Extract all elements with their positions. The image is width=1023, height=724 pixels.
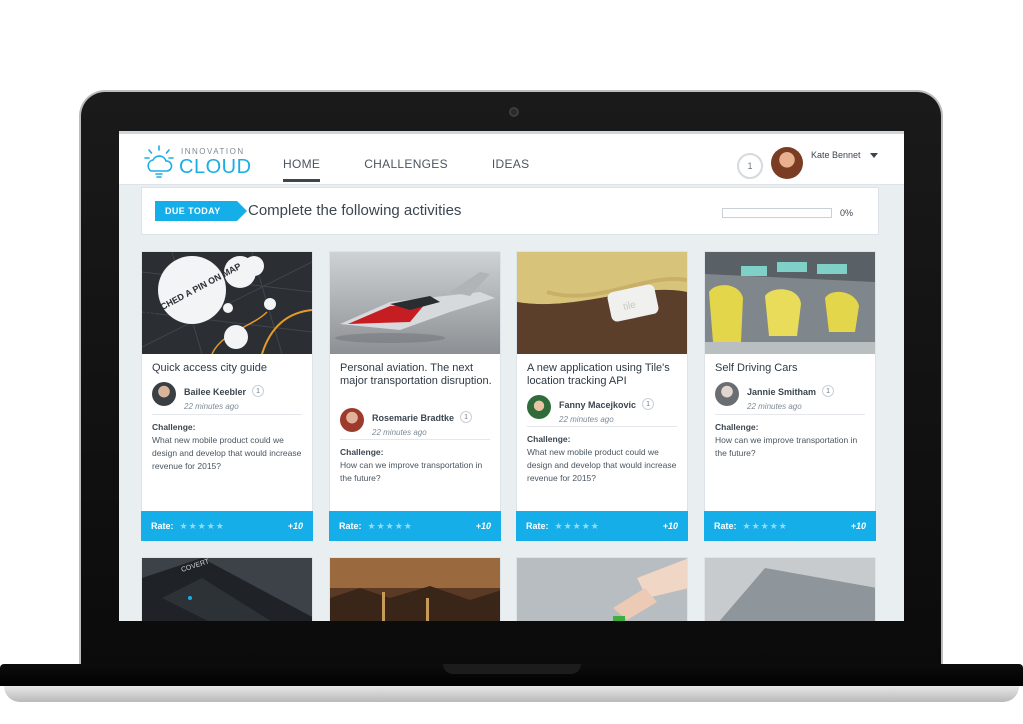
card-title[interactable]: Quick access city guide	[152, 362, 304, 375]
avatar	[527, 395, 551, 419]
card-image-aircraft	[330, 252, 500, 354]
author-row: Rosemarie Bradtke 1 22 minutes ago	[340, 408, 473, 437]
rate-label: Rate:	[714, 521, 737, 531]
main-nav: HOME CHALLENGES IDEAS	[283, 157, 530, 182]
author-badge: 1	[822, 384, 835, 397]
chevron-down-icon[interactable]	[870, 153, 878, 158]
card-divider	[715, 414, 865, 415]
author-badge: 1	[252, 384, 265, 397]
card-image-car-interior	[705, 252, 875, 354]
screen: INNOVATION CLOUD HOME CHALLENGES IDEAS 1…	[119, 131, 904, 621]
card-image-tile: tile	[517, 252, 687, 354]
activity-card[interactable]: TOUCHED A PIN ON MAP Quick access city g…	[141, 251, 313, 541]
logo-small-text: INNOVATION	[181, 147, 245, 156]
card-image-abstract	[705, 558, 875, 621]
author-name[interactable]: Jannie Smitham	[747, 387, 816, 397]
lightbulb-cloud-icon	[144, 145, 174, 178]
card-divider	[340, 439, 490, 440]
star-rating-icon[interactable]: ★★★★★	[180, 521, 225, 532]
card-title[interactable]: Personal aviation. The next major transp…	[340, 362, 492, 388]
author-badge: 1	[642, 397, 655, 410]
due-today-bar: DUE TODAY Complete the following activit…	[141, 187, 879, 235]
post-time: 22 minutes ago	[559, 415, 614, 424]
progress-bar	[722, 208, 832, 218]
rate-points: +10	[475, 521, 491, 531]
card-image-map: TOUCHED A PIN ON MAP	[142, 252, 312, 354]
user-avatar[interactable]	[771, 147, 803, 179]
author-name[interactable]: Bailee Keebler	[184, 387, 246, 397]
rate-bar: Rate: ★★★★★ +10	[516, 511, 688, 541]
card-title[interactable]: A new application using Tile's location …	[527, 362, 679, 388]
due-today-tag: DUE TODAY	[155, 201, 247, 221]
laptop-bottom	[4, 686, 1019, 702]
avatar	[340, 408, 364, 432]
topbar-accent	[119, 131, 904, 134]
avatar	[715, 382, 739, 406]
challenge-label: Challenge:	[715, 422, 759, 432]
activity-card-partial[interactable]	[329, 557, 501, 621]
author-badge: 1	[460, 410, 473, 423]
rate-bar: Rate: ★★★★★ +10	[141, 511, 313, 541]
challenge-text: How can we improve transportation in the…	[340, 460, 483, 483]
card-title[interactable]: Self Driving Cars	[715, 362, 867, 375]
logo-big-text: CLOUD	[179, 156, 252, 178]
nav-challenges[interactable]: CHALLENGES	[364, 157, 448, 171]
star-rating-icon[interactable]: ★★★★★	[555, 521, 600, 532]
star-rating-icon[interactable]: ★★★★★	[743, 521, 788, 532]
card-image-hand	[517, 558, 687, 621]
notification-badge[interactable]: 1	[737, 153, 763, 179]
due-title: Complete the following activities	[248, 202, 462, 219]
rate-points: +10	[662, 521, 678, 531]
avatar	[152, 382, 176, 406]
nav-ideas[interactable]: IDEAS	[492, 157, 530, 171]
user-name[interactable]: Kate Bennet	[811, 150, 861, 160]
activity-card[interactable]: Self Driving Cars Jannie Smitham 1 22 min…	[704, 251, 876, 541]
author-row: Jannie Smitham 1 22 minutes ago	[715, 382, 835, 411]
author-name[interactable]: Fanny Macejkovic	[559, 400, 636, 410]
rate-label: Rate:	[526, 521, 549, 531]
camera-icon	[509, 107, 519, 117]
rate-label: Rate:	[151, 521, 174, 531]
activity-card[interactable]: Personal aviation. The next major transp…	[329, 251, 501, 541]
author-row: Bailee Keebler 1 22 minutes ago	[152, 382, 265, 411]
challenge-text: What new mobile product could we design …	[152, 435, 302, 471]
challenge-label: Challenge:	[152, 422, 196, 432]
top-navigation-bar: INNOVATION CLOUD HOME CHALLENGES IDEAS 1…	[119, 131, 904, 185]
author-name[interactable]: Rosemarie Bradtke	[372, 413, 454, 423]
challenge-label: Challenge:	[340, 447, 384, 457]
rate-label: Rate:	[339, 521, 362, 531]
post-time: 22 minutes ago	[747, 402, 802, 411]
challenge-label: Challenge:	[527, 434, 571, 444]
activity-card-partial[interactable]: COVERT	[141, 557, 313, 621]
rate-bar: Rate: ★★★★★ +10	[704, 511, 876, 541]
card-image-phone: COVERT	[142, 558, 312, 621]
laptop-notch	[443, 664, 581, 674]
activity-card[interactable]: tile A new application using Tile's loca…	[516, 251, 688, 541]
challenge-text: What new mobile product could we design …	[527, 447, 677, 483]
rate-points: +10	[850, 521, 866, 531]
post-time: 22 minutes ago	[372, 428, 427, 437]
activity-card-partial[interactable]	[704, 557, 876, 621]
card-divider	[152, 414, 302, 415]
activity-card-partial[interactable]	[516, 557, 688, 621]
progress-text: 0%	[840, 208, 854, 218]
author-row: Fanny Macejkovic 1 22 minutes ago	[527, 395, 655, 424]
rate-bar: Rate: ★★★★★ +10	[329, 511, 501, 541]
logo[interactable]: INNOVATION CLOUD	[141, 145, 251, 181]
post-time: 22 minutes ago	[184, 402, 239, 411]
card-image-fantasy-landscape	[330, 558, 500, 621]
card-divider	[527, 426, 677, 427]
rate-points: +10	[287, 521, 303, 531]
challenge-text: How can we improve transportation in the…	[715, 435, 858, 458]
star-rating-icon[interactable]: ★★★★★	[368, 521, 413, 532]
nav-home[interactable]: HOME	[283, 157, 321, 182]
